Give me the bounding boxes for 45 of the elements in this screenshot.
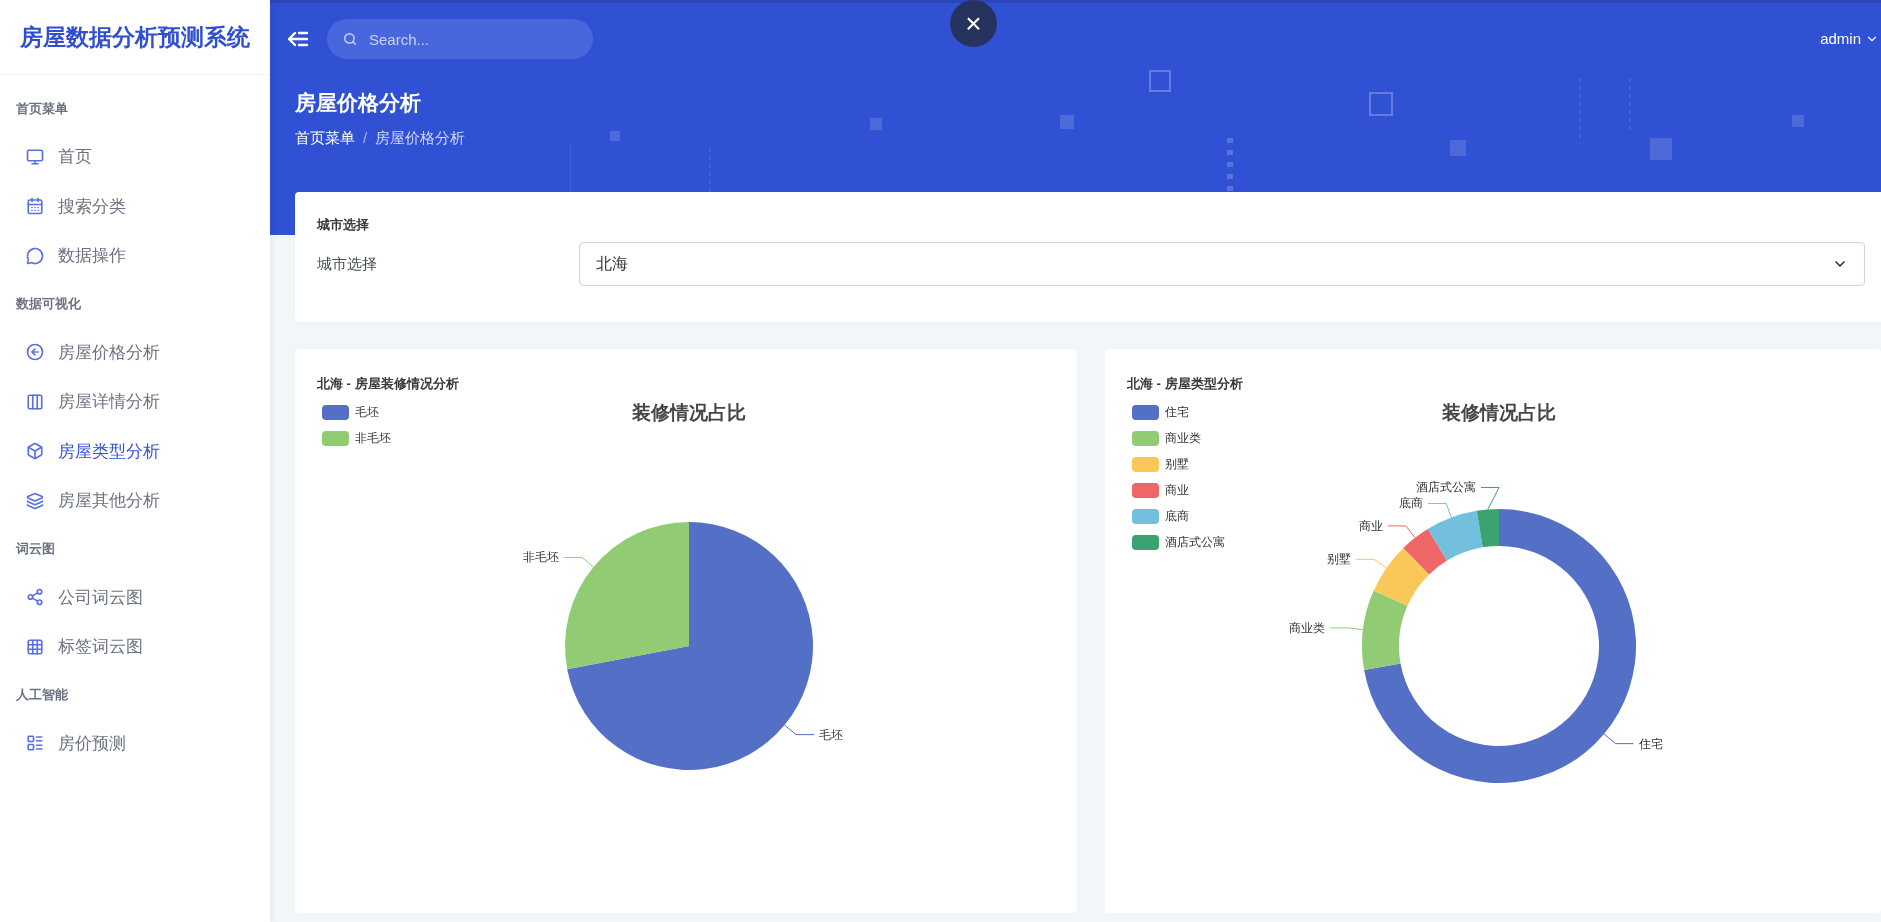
menu-item[interactable]: 房屋其他分析	[0, 476, 270, 526]
menu-section-heading: 人工智能	[16, 686, 68, 705]
app-title: 房屋数据分析预测系统	[20, 22, 250, 52]
chart-title: 装修情况占比	[632, 402, 746, 423]
chart-title: 装修情况占比	[1442, 402, 1556, 423]
slice-label: 别墅	[1327, 552, 1352, 567]
city-select[interactable]: 北海	[579, 242, 1865, 286]
search-field[interactable]: Search...	[327, 19, 593, 59]
menu-item[interactable]: 搜索分类	[0, 181, 270, 231]
slice-label: 住宅	[1638, 736, 1663, 751]
card-title: 城市选择	[317, 217, 369, 232]
legend-item[interactable]: 酒店式公寓	[1132, 533, 1225, 551]
user-menu[interactable]: admin	[1820, 27, 1879, 51]
slice-label: 毛坯	[819, 727, 844, 742]
legend-item[interactable]: 毛坯	[322, 403, 391, 421]
legend-item[interactable]: 住宅	[1132, 403, 1225, 421]
legend-item[interactable]: 商业	[1132, 481, 1225, 499]
page-title: 房屋价格分析	[295, 90, 422, 116]
menu-item[interactable]: 数据操作	[0, 231, 270, 281]
menu-item[interactable]: 房屋详情分析	[0, 377, 270, 427]
breadcrumb-separator: /	[363, 127, 368, 148]
legend-item[interactable]: 商业类	[1132, 429, 1225, 447]
menu-item[interactable]: 房屋类型分析	[0, 426, 270, 476]
menu-item[interactable]: 公司词云图	[0, 572, 270, 622]
menu-item[interactable]: 首页	[0, 132, 270, 182]
card-title: 北海 - 房屋类型分析	[1127, 376, 1243, 391]
breadcrumb-link[interactable]: 首页菜单	[295, 126, 355, 149]
slice-label: 商业类	[1289, 620, 1326, 635]
slice-label: 酒店式公寓	[1416, 480, 1476, 495]
slice-label: 商业	[1358, 518, 1383, 533]
breadcrumb-current: 房屋价格分析	[375, 127, 466, 148]
menu-item[interactable]: 房价预测	[0, 718, 270, 768]
field-label: 城市选择	[317, 253, 378, 274]
slice-label: 非毛坯	[522, 550, 559, 565]
legend-item[interactable]: 别墅	[1132, 455, 1225, 473]
slice-label: 底商	[1399, 496, 1424, 511]
menu-section-heading: 数据可视化	[16, 295, 81, 314]
card-title: 北海 - 房屋装修情况分析	[317, 376, 459, 391]
menu-item[interactable]: 标签词云图	[0, 622, 270, 672]
menu-item[interactable]: 房屋价格分析	[0, 327, 270, 377]
menu-section-heading: 词云图	[16, 540, 55, 559]
legend-item[interactable]: 底商	[1132, 507, 1225, 525]
legend-item[interactable]: 非毛坯	[322, 429, 391, 447]
menu-section-heading: 首页菜单	[16, 99, 68, 118]
close-button[interactable]: ×	[950, 0, 997, 47]
